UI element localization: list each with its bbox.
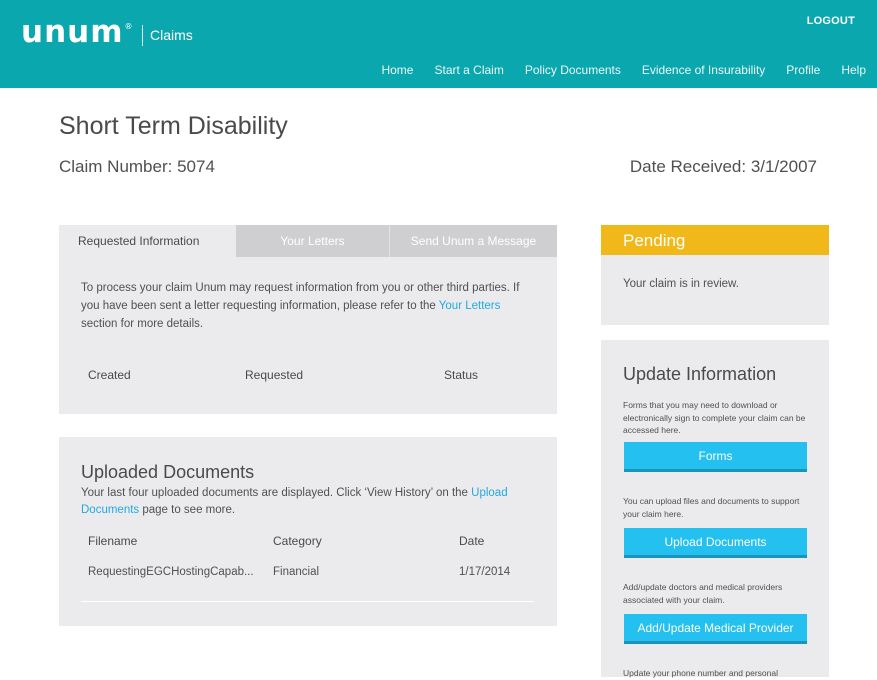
- uploaded-text-after: page to see more.: [139, 504, 236, 516]
- uploaded-documents-panel: Uploaded Documents Your last four upload…: [59, 437, 557, 626]
- column-filename: Filename: [88, 534, 138, 548]
- update-information-title: Update Information: [623, 364, 777, 384]
- provider-note: Add/update doctors and medical providers…: [623, 582, 783, 605]
- column-requested: Requested: [245, 368, 304, 382]
- nav-start-claim[interactable]: Start a Claim: [434, 63, 503, 77]
- forms-button[interactable]: Forms: [624, 442, 807, 472]
- upload-documents-button[interactable]: Upload Documents: [624, 528, 807, 558]
- status-message: Your claim is in review.: [623, 278, 739, 290]
- tab-your-letters[interactable]: Your Letters: [236, 225, 390, 257]
- unum-logo[interactable]: unum®: [21, 14, 134, 50]
- tab-send-message[interactable]: Send Unum a Message: [390, 225, 557, 257]
- row-divider: [81, 601, 534, 602]
- add-update-medical-provider-button[interactable]: Add/Update Medical Provider: [624, 614, 807, 644]
- nav-home[interactable]: Home: [381, 63, 413, 77]
- column-date: Date: [459, 534, 485, 548]
- tab-requested-information[interactable]: Requested Information: [59, 225, 236, 257]
- claim-tabs: Requested Information Your Letters Send …: [59, 225, 557, 257]
- requested-text-after: section for more details.: [81, 318, 204, 330]
- claim-number: Claim Number: 5074: [59, 157, 215, 176]
- uploaded-documents-title: Uploaded Documents: [81, 462, 255, 482]
- personal-info-note: Update your phone number and personal: [623, 668, 778, 678]
- registered-mark: ®: [124, 22, 134, 31]
- uploaded-text-before: Your last four uploaded documents are di…: [81, 487, 472, 499]
- logout-link[interactable]: LOGOUT: [807, 15, 855, 27]
- logo-text: unum: [21, 14, 124, 50]
- main-nav: Home Start a Claim Policy Documents Evid…: [381, 63, 866, 77]
- nav-policy-documents[interactable]: Policy Documents: [525, 63, 621, 77]
- header-divider: [142, 25, 143, 46]
- date-received: Date Received: 3/1/2007: [629, 157, 817, 176]
- column-created: Created: [88, 368, 131, 382]
- nav-evidence-of-insurability[interactable]: Evidence of Insurability: [642, 63, 765, 77]
- status-label: Pending: [623, 231, 686, 250]
- page-title: Short Term Disability: [59, 112, 288, 140]
- forms-note: Forms that you may need to download or e…: [623, 400, 806, 435]
- status-badge: Pending: [601, 225, 829, 255]
- status-panel: Your claim is in review.: [601, 255, 829, 325]
- update-information-panel: Update Information Forms that you may ne…: [601, 340, 829, 678]
- document-filename[interactable]: RequestingEGCHostingCapab...: [88, 566, 254, 578]
- nav-profile[interactable]: Profile: [786, 63, 820, 77]
- document-date: 1/17/2014: [459, 566, 511, 578]
- column-status: Status: [444, 368, 479, 382]
- nav-help[interactable]: Help: [841, 63, 866, 77]
- requested-information-panel: To process your claim Unum may request i…: [59, 257, 557, 414]
- column-category: Category: [273, 534, 322, 548]
- document-category: Financial: [273, 566, 320, 578]
- app-name: Claims: [150, 27, 193, 43]
- upload-note: You can upload files and documents to su…: [623, 496, 800, 519]
- uploaded-documents-text: Your last four uploaded documents are di…: [81, 485, 531, 519]
- requested-info-text: To process your claim Unum may request i…: [81, 279, 539, 333]
- your-letters-link[interactable]: Your Letters: [439, 300, 501, 312]
- top-header: unum® Claims LOGOUT Home Start a Claim P…: [0, 0, 877, 88]
